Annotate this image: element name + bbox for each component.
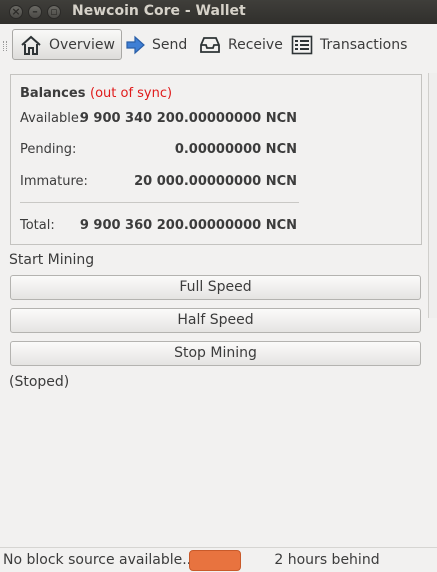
send-arrow-icon — [126, 35, 145, 54]
balances-heading: Balances — [20, 86, 86, 101]
half-speed-button[interactable]: Half Speed — [10, 308, 421, 333]
minimize-window-button[interactable]: – — [28, 5, 42, 19]
immature-label: Immature: — [20, 174, 88, 189]
balances-divider — [20, 202, 299, 203]
transactions-tab[interactable]: Transactions — [284, 29, 413, 60]
total-label: Total: — [20, 218, 55, 233]
available-value: 9 900 340 200.00000000 NCN — [79, 111, 297, 126]
start-mining-label: Start Mining — [9, 252, 95, 268]
home-icon — [21, 35, 41, 55]
pending-label: Pending: — [20, 142, 77, 157]
available-label: Available: — [20, 111, 84, 126]
receive-tab[interactable]: Receive — [192, 29, 289, 60]
title-bar: × – ▫ Newcoin Core - Wallet — [0, 0, 437, 24]
overview-tab-label: Overview — [49, 36, 115, 53]
pending-value: 0.00000000 NCN — [174, 142, 297, 157]
full-speed-button[interactable]: Full Speed — [10, 275, 421, 300]
sync-progress-bar — [189, 550, 241, 571]
status-bar: No block source available... 2 hours beh… — [0, 547, 437, 572]
toolbar-grip-handle[interactable] — [3, 41, 7, 51]
transactions-tab-label: Transactions — [320, 36, 408, 53]
sync-warning: (out of sync) — [90, 86, 173, 101]
side-scrollbar[interactable] — [428, 73, 437, 318]
sync-behind-label: 2 hours behind — [274, 552, 380, 568]
receive-tab-label: Receive — [228, 36, 283, 53]
overview-tab[interactable]: Overview — [12, 29, 122, 60]
send-tab[interactable]: Send — [118, 29, 193, 60]
window-title: Newcoin Core - Wallet — [72, 3, 246, 19]
list-icon — [291, 35, 313, 54]
stop-mining-button[interactable]: Stop Mining — [10, 341, 421, 366]
maximize-window-button[interactable]: ▫ — [47, 5, 61, 19]
mining-status: (Stoped) — [9, 374, 70, 390]
wallet-window: × – ▫ Newcoin Core - Wallet Overview Sen… — [0, 0, 437, 572]
balances-panel: Balances (out of sync) Available: 9 900 … — [10, 74, 422, 245]
close-window-button[interactable]: × — [9, 5, 23, 19]
total-value: 9 900 360 200.00000000 NCN — [79, 218, 297, 233]
block-source-status: No block source available... — [3, 552, 196, 568]
send-tab-label: Send — [152, 36, 188, 53]
toolbar: Overview Send Receive Transactions — [0, 24, 437, 66]
inbox-tray-icon — [200, 36, 220, 53]
immature-value: 20 000.00000000 NCN — [134, 174, 297, 189]
